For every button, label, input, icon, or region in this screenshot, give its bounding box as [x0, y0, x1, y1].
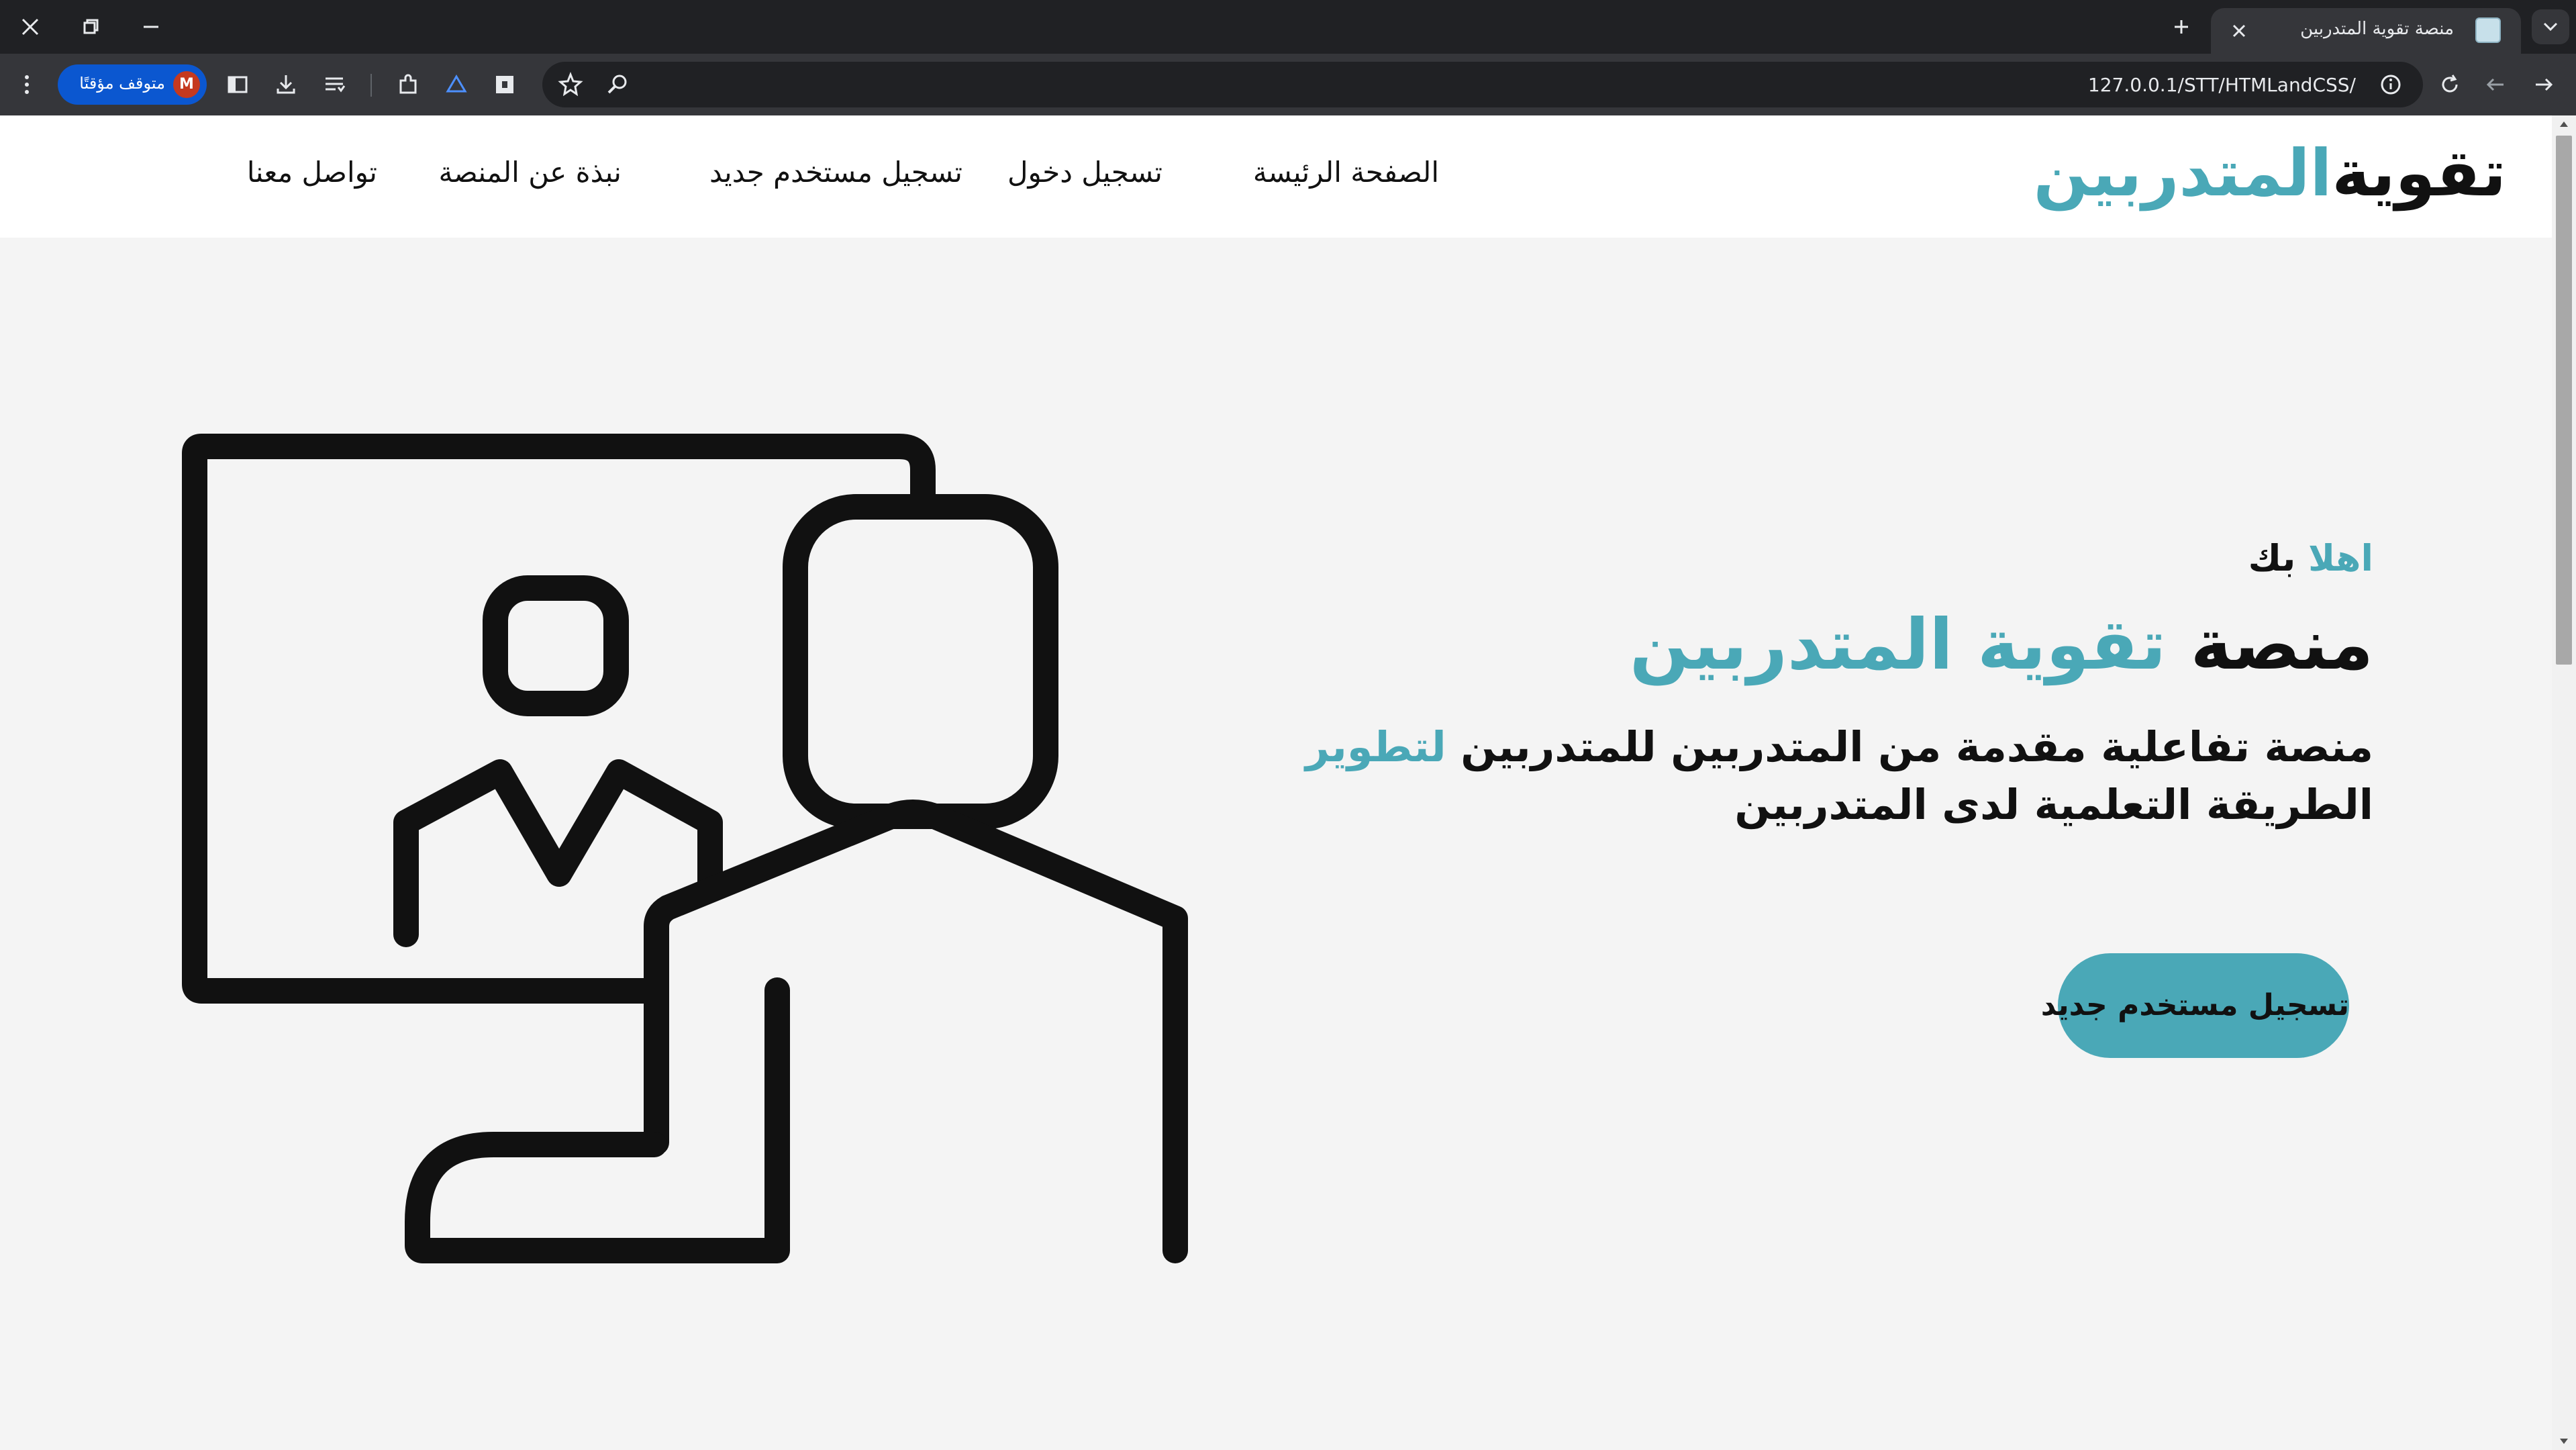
description-end: الطريقة التعلمية لدى المتدربين — [1734, 780, 2373, 829]
hero-greeting: اهلا بك — [1232, 537, 2373, 579]
browser-menu-button[interactable] — [11, 68, 43, 101]
nav-about[interactable]: نبذة عن المنصة — [438, 156, 622, 189]
extensions-button[interactable] — [392, 68, 424, 101]
close-icon — [21, 18, 39, 36]
nav-contact[interactable]: تواصل معنا — [247, 156, 377, 189]
description-start: منصة تفاعلية مقدمة من المتدربين للمتدربي… — [1460, 722, 2373, 771]
tab-title: منصة تقوية المتدربين — [2300, 19, 2454, 39]
forward-button[interactable] — [2479, 68, 2512, 101]
browser-tab-active[interactable]: منصة تقوية المتدربين — [2211, 8, 2521, 54]
logo-text-primary: تقوية — [2332, 136, 2506, 211]
close-icon — [2232, 24, 2246, 38]
arrow-left-icon — [2486, 78, 2504, 91]
headline-main: منصة — [2190, 603, 2373, 685]
address-bar[interactable]: 127.0.0.1/STT/HTMLandCSS/ — [542, 62, 2423, 107]
restore-icon — [83, 19, 99, 34]
chevron-down-icon — [2543, 22, 2558, 32]
plus-icon — [2175, 20, 2188, 34]
browser-toolbar: متوقف مؤقتًا M 127.0.0.1/STT/HTMLandCSS/ — [0, 54, 2576, 115]
extension-b-icon — [496, 76, 513, 93]
profile-status-label: متوقف مؤقتًا — [79, 74, 165, 93]
hero-headline: منصة تقوية المتدربين — [1232, 601, 2373, 688]
scrollbar-thumb[interactable] — [2556, 136, 2572, 665]
url-text[interactable]: 127.0.0.1/STT/HTMLandCSS/ — [2088, 74, 2356, 96]
nav-register[interactable]: تسجيل مستخدم جديد — [709, 156, 962, 189]
greeting-accent: اهلا — [2308, 537, 2373, 579]
favicon-icon — [2475, 17, 2501, 43]
arrow-right-icon — [2536, 78, 2553, 91]
side-panel-icon — [228, 76, 248, 93]
side-panel-button[interactable] — [221, 68, 254, 101]
tab-search-button[interactable] — [2532, 9, 2569, 44]
window-minimize-button[interactable] — [121, 0, 181, 54]
page-scrollbar[interactable] — [2552, 115, 2576, 1450]
site-info-icon[interactable] — [2377, 71, 2404, 98]
reload-button[interactable] — [2434, 68, 2466, 101]
logo-text-accent: المتدربين — [2033, 136, 2332, 211]
back-button[interactable] — [2528, 68, 2560, 101]
profile-button[interactable]: متوقف مؤقتًا M — [58, 64, 207, 105]
extension-b-button[interactable] — [489, 68, 521, 101]
headline-accent: تقوية المتدربين — [1630, 603, 2167, 685]
download-icon — [277, 75, 295, 94]
new-tab-button[interactable] — [2167, 12, 2196, 42]
zoom-icon[interactable] — [604, 71, 631, 98]
online-training-illustration — [182, 434, 1188, 1263]
scroll-up-icon[interactable] — [2559, 119, 2569, 129]
avatar: M — [173, 71, 200, 98]
hero-description: منصة تفاعلية مقدمة من المتدربين للمتدربي… — [1232, 718, 2373, 834]
register-button[interactable]: تسجيل مستخدم جديد — [2041, 953, 2349, 1058]
window-close-button[interactable] — [0, 0, 60, 54]
drive-extension-button[interactable] — [440, 68, 473, 101]
more-vertical-icon — [25, 75, 29, 94]
toolbar-divider — [370, 74, 372, 97]
puzzle-icon — [399, 74, 417, 94]
scroll-down-icon[interactable] — [2559, 1437, 2569, 1446]
site-logo[interactable]: تقويةالمتدربين — [2034, 133, 2506, 213]
nav-home[interactable]: الصفحة الرئيسة — [1253, 156, 1439, 189]
greeting-rest: بك — [2248, 537, 2296, 579]
description-accent: لتطوير — [1305, 722, 1446, 771]
site-header: تقويةالمتدربين الصفحة الرئيسة تسجيل دخول… — [0, 115, 2552, 238]
minimize-icon — [144, 26, 158, 28]
reload-icon — [2442, 75, 2458, 93]
tab-close-button[interactable] — [2224, 16, 2254, 46]
reading-list-icon — [326, 77, 346, 93]
reading-list-button[interactable] — [318, 68, 350, 101]
window-restore-button[interactable] — [60, 0, 121, 54]
nav-login[interactable]: تسجيل دخول — [1007, 156, 1162, 189]
browser-tab-bar: منصة تقوية المتدربين — [0, 0, 2576, 54]
drive-icon — [446, 75, 467, 93]
downloads-button[interactable] — [270, 68, 302, 101]
bookmark-star-icon[interactable] — [557, 71, 584, 98]
